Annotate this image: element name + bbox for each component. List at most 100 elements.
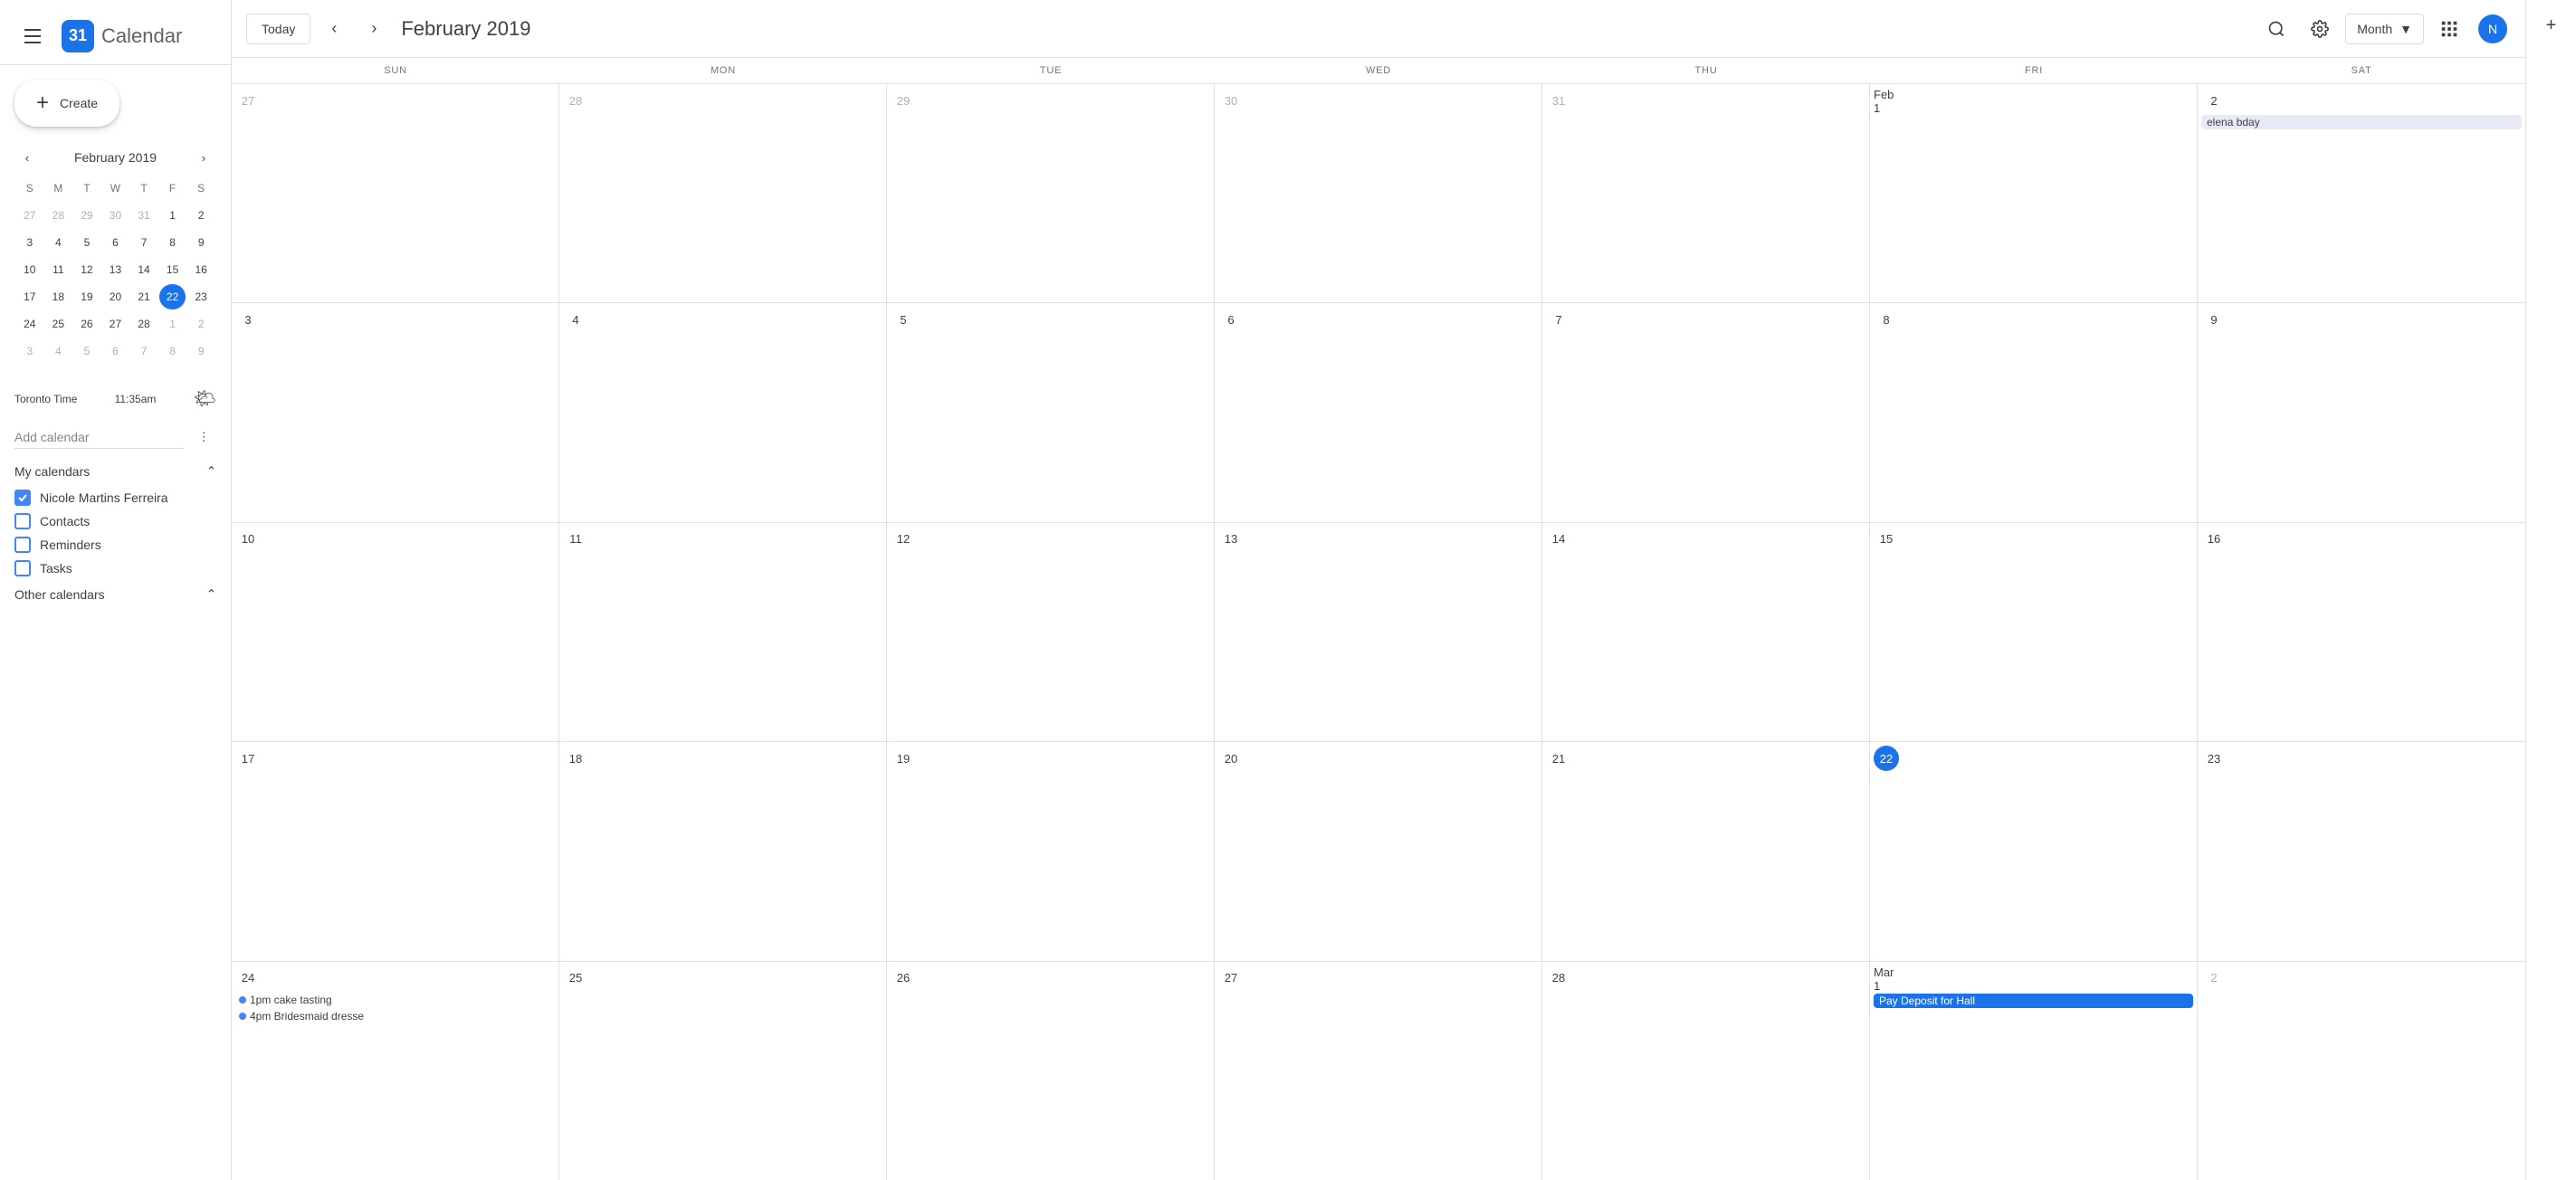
day-number[interactable]: 31 <box>1546 88 1571 113</box>
day-number[interactable]: 5 <box>891 307 916 332</box>
day-cell[interactable]: 16 <box>2198 523 2525 741</box>
day-number[interactable]: 18 <box>563 746 588 771</box>
mini-day-cell[interactable]: 20 <box>102 284 129 309</box>
day-cell[interactable]: 241pm cake tasting4pm Bridesmaid dresse <box>232 962 559 1180</box>
event-item[interactable]: elena bday <box>2201 115 2522 129</box>
prev-month-button[interactable]: ‹ <box>318 13 350 45</box>
day-number[interactable]: 2 <box>2201 966 2227 991</box>
calendar-checkbox[interactable] <box>14 490 31 506</box>
day-cell[interactable]: 2 <box>2198 962 2525 1180</box>
view-selector[interactable]: Month ▼ <box>2345 14 2424 44</box>
mini-day-cell[interactable]: 10 <box>16 257 43 282</box>
day-cell[interactable]: Mar 1 Pay Deposit for Hall <box>1870 962 2198 1180</box>
day-cell[interactable]: 15 <box>1870 523 2198 741</box>
day-number[interactable]: 17 <box>235 746 261 771</box>
mini-day-cell[interactable]: 15 <box>159 257 186 282</box>
day-number[interactable]: 30 <box>1218 88 1244 113</box>
mini-day-cell[interactable]: 27 <box>102 311 129 337</box>
day-cell[interactable]: 22 <box>1870 742 2198 960</box>
mini-day-cell[interactable]: 4 <box>45 230 72 255</box>
day-cell[interactable]: Feb 1 <box>1870 84 2198 302</box>
day-number[interactable]: 20 <box>1218 746 1244 771</box>
mini-day-cell[interactable]: 11 <box>45 257 72 282</box>
mini-day-cell[interactable]: 3 <box>16 338 43 364</box>
mini-day-cell[interactable]: 22 <box>159 284 186 309</box>
day-cell[interactable]: 13 <box>1215 523 1542 741</box>
day-cell[interactable]: 30 <box>1215 84 1542 302</box>
day-cell[interactable]: 11 <box>559 523 887 741</box>
day-number[interactable]: 23 <box>2201 746 2227 771</box>
next-month-button[interactable]: › <box>358 13 390 45</box>
mini-day-cell[interactable]: 9 <box>187 338 215 364</box>
day-cell[interactable]: 3 <box>232 303 559 521</box>
mini-day-cell[interactable]: 7 <box>130 338 157 364</box>
mini-day-cell[interactable]: 18 <box>45 284 72 309</box>
day-cell[interactable]: 2 elena bday <box>2198 84 2525 302</box>
day-number[interactable]: 15 <box>1874 527 1899 552</box>
day-number[interactable]: 26 <box>891 966 916 991</box>
day-number[interactable]: 24 <box>235 966 261 991</box>
day-cell[interactable]: 25 <box>559 962 887 1180</box>
day-number[interactable]: Mar 1 <box>1874 966 1899 992</box>
day-number[interactable]: 4 <box>563 307 588 332</box>
mini-prev-button[interactable]: ‹ <box>14 145 40 170</box>
create-button[interactable]: + Create <box>14 80 119 127</box>
calendar-checkbox[interactable] <box>14 513 31 529</box>
mini-day-cell[interactable]: 25 <box>45 311 72 337</box>
mini-day-cell[interactable]: 28 <box>45 203 72 228</box>
day-number[interactable]: 10 <box>235 527 261 552</box>
mini-day-cell[interactable]: 23 <box>187 284 215 309</box>
mini-day-cell[interactable]: 14 <box>130 257 157 282</box>
day-cell[interactable]: 23 <box>2198 742 2525 960</box>
day-number[interactable]: 3 <box>235 307 261 332</box>
day-cell[interactable]: 14 <box>1542 523 1870 741</box>
day-cell[interactable]: 12 <box>887 523 1215 741</box>
calendar-checkbox[interactable] <box>14 537 31 553</box>
mini-day-cell[interactable]: 24 <box>16 311 43 337</box>
day-number[interactable]: 27 <box>1218 966 1244 991</box>
apps-button[interactable] <box>2431 11 2467 47</box>
mini-day-cell[interactable]: 5 <box>73 338 100 364</box>
day-cell[interactable]: 5 <box>887 303 1215 521</box>
today-button[interactable]: Today <box>246 14 310 44</box>
settings-button[interactable] <box>2302 11 2338 47</box>
mini-day-cell[interactable]: 27 <box>16 203 43 228</box>
day-number[interactable]: 28 <box>563 88 588 113</box>
calendar-item[interactable]: Tasks <box>14 557 216 580</box>
mini-day-cell[interactable]: 6 <box>102 230 129 255</box>
mini-next-button[interactable]: › <box>191 145 216 170</box>
mini-day-cell[interactable]: 12 <box>73 257 100 282</box>
day-number[interactable]: 21 <box>1546 746 1571 771</box>
add-calendar-input[interactable] <box>14 426 184 449</box>
day-cell[interactable]: 20 <box>1215 742 1542 960</box>
day-cell[interactable]: 28 <box>559 84 887 302</box>
mini-day-cell[interactable]: 8 <box>159 230 186 255</box>
day-cell[interactable]: 21 <box>1542 742 1870 960</box>
day-number[interactable]: 2 <box>2201 88 2227 113</box>
day-number[interactable]: 27 <box>235 88 261 113</box>
day-number[interactable]: 8 <box>1874 307 1899 332</box>
mini-day-cell[interactable]: 8 <box>159 338 186 364</box>
mini-day-cell[interactable]: 17 <box>16 284 43 309</box>
event-item[interactable]: 4pm Bridesmaid dresse <box>235 1009 555 1023</box>
calendar-item[interactable]: Nicole Martins Ferreira <box>14 486 216 509</box>
event-item[interactable]: Pay Deposit for Hall <box>1874 994 2193 1008</box>
day-cell[interactable]: 18 <box>559 742 887 960</box>
day-number[interactable]: 14 <box>1546 527 1571 552</box>
mini-day-cell[interactable]: 6 <box>102 338 129 364</box>
day-cell[interactable]: 27 <box>232 84 559 302</box>
day-number[interactable]: 7 <box>1546 307 1571 332</box>
my-calendars-title[interactable]: My calendars <box>14 464 90 479</box>
mini-day-cell[interactable]: 29 <box>73 203 100 228</box>
day-number[interactable]: 25 <box>563 966 588 991</box>
day-cell[interactable]: 9 <box>2198 303 2525 521</box>
mini-day-cell[interactable]: 28 <box>130 311 157 337</box>
mini-day-cell[interactable]: 26 <box>73 311 100 337</box>
day-number[interactable]: 13 <box>1218 527 1244 552</box>
day-cell[interactable]: 8 <box>1870 303 2198 521</box>
mini-day-cell[interactable]: 3 <box>16 230 43 255</box>
mini-day-cell[interactable]: 7 <box>130 230 157 255</box>
search-button[interactable] <box>2258 11 2295 47</box>
mini-day-cell[interactable]: 31 <box>130 203 157 228</box>
other-calendars-title[interactable]: Other calendars <box>14 587 105 602</box>
